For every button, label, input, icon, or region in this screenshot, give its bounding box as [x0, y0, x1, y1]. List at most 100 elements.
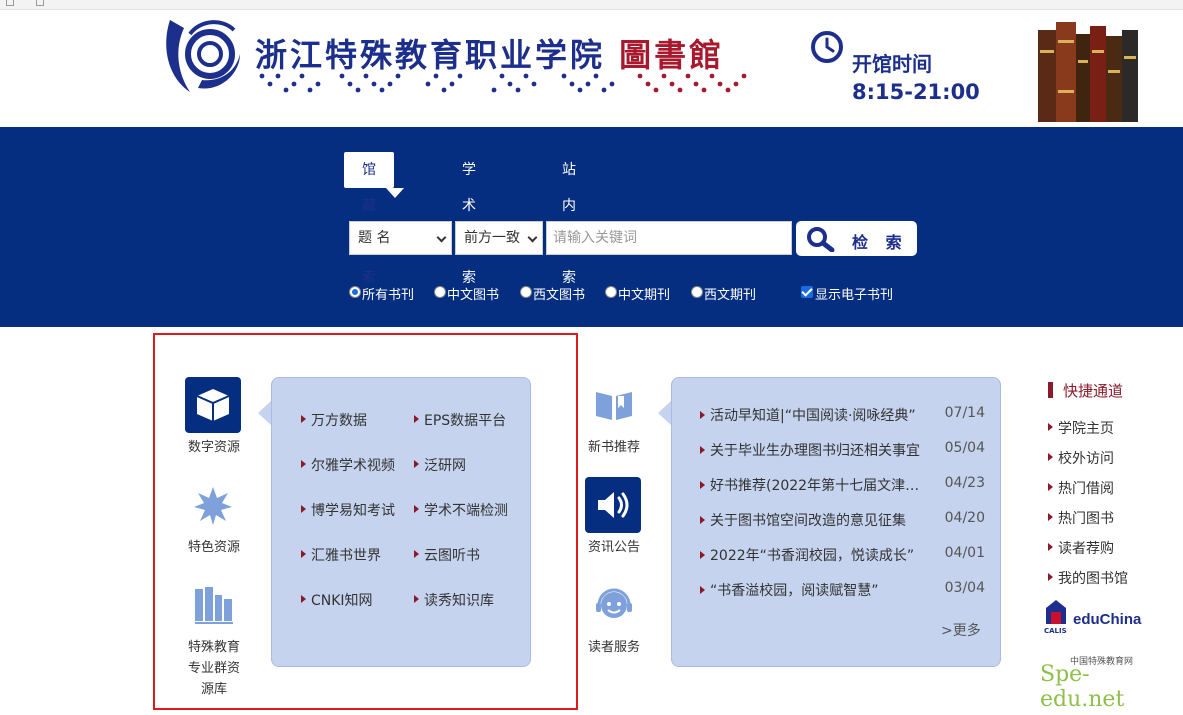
filter-western-books-label: 西文图书	[533, 288, 586, 303]
news-date: 05/04	[944, 440, 985, 456]
quick-link-my-library[interactable]: 我的图书馆	[1048, 568, 1128, 588]
news-title: “书香溢校园，阅读赋智慧”	[710, 583, 879, 599]
resource-boxueyizhi[interactable]: 博学易知考试	[301, 500, 395, 520]
tab-collection-search[interactable]: 馆藏检索	[344, 152, 404, 286]
news-item[interactable]: 2022年“书香润校园，悦读成长” 04/01	[700, 545, 985, 565]
quick-link-label: 热门图书	[1058, 511, 1114, 527]
news-title: 关于毕业生办理图书归还相关事宜	[710, 443, 920, 459]
quick-link-label: 热门借阅	[1058, 481, 1114, 497]
bullet-icon	[414, 595, 419, 603]
show-ebooks-label: 显示电子书刊	[815, 288, 894, 303]
resource-erya[interactable]: 尔雅学术视频	[301, 455, 395, 475]
resource-duxiu[interactable]: 读秀知识库	[414, 590, 494, 610]
news-item[interactable]: 关于毕业生办理图书归还相关事宜 05/04	[700, 440, 985, 460]
bullet-icon	[301, 460, 306, 468]
resource-label: 泛研网	[424, 458, 466, 474]
news-date: 04/23	[944, 475, 985, 491]
news-panel-pointer	[658, 400, 672, 426]
quick-link-label: 学院主页	[1058, 421, 1114, 437]
tab-icon	[6, 0, 14, 6]
calis-educhina-logo[interactable]: CALIS eduChina	[1044, 598, 1148, 638]
bullet-icon	[414, 460, 419, 468]
resource-cnki[interactable]: CNKI知网	[301, 590, 373, 610]
news-announcement-label[interactable]: 资讯公告	[580, 537, 648, 558]
quick-link-college-home[interactable]: 学院主页	[1048, 418, 1114, 438]
news-more-link[interactable]: >更多	[941, 620, 981, 640]
open-book-icon[interactable]	[594, 388, 634, 422]
bullet-icon	[1048, 483, 1053, 491]
filter-western-journals-radio[interactable]	[691, 286, 703, 298]
news-item[interactable]: 活动早知道|“中国阅读·阅咏经典” 07/14	[700, 405, 985, 425]
special-education-library-label[interactable]: 特殊教育 专业群资 源库	[170, 637, 258, 700]
filter-chinese-books-label: 中文图书	[447, 288, 500, 303]
news-item[interactable]: 关于图书馆空间改造的意见征集 04/20	[700, 510, 985, 530]
bookshelf-icon	[1038, 22, 1138, 122]
search-icon	[807, 227, 835, 252]
show-ebooks-checkbox[interactable]	[801, 286, 813, 298]
quick-link-popular-loans[interactable]: 热门借阅	[1048, 478, 1114, 498]
filter-western-journals-label: 西文期刊	[704, 288, 757, 303]
special-resources-label[interactable]: 特色资源	[170, 537, 258, 558]
news-date: 04/01	[944, 545, 985, 561]
resource-label: 汇雅书世界	[311, 548, 381, 564]
speaker-icon	[598, 492, 629, 518]
match-mode-value: 前方一致	[464, 230, 520, 246]
quick-link-recommend-purchase[interactable]: 读者荐购	[1048, 538, 1114, 558]
filter-chinese-books-radio[interactable]	[434, 286, 446, 298]
bullet-icon	[700, 516, 705, 524]
bullet-icon	[700, 411, 705, 419]
site-header: 浙江特殊教育职业学院 圖書館 开馆时间 8:15-21:00	[0, 10, 1183, 127]
library-name: 圖書館	[619, 36, 725, 74]
bullet-icon	[1048, 423, 1053, 431]
browser-tab-strip	[0, 0, 1183, 10]
keyword-input[interactable]: 请输入关键词	[546, 221, 792, 255]
match-mode-select[interactable]: 前方一致	[455, 221, 543, 255]
resource-label: 学术不端检测	[424, 503, 508, 519]
special-education-library-icon[interactable]	[193, 585, 235, 625]
chevron-down-icon	[436, 232, 447, 243]
filter-chinese-journals-radio[interactable]	[605, 286, 617, 298]
bullet-icon	[301, 415, 306, 423]
filter-western-books-radio[interactable]	[520, 286, 532, 298]
quick-link-popular-books[interactable]: 热门图书	[1048, 508, 1114, 528]
school-name: 浙江特殊教育职业学院	[255, 36, 606, 74]
tab-academic-search[interactable]: 学术搜索	[444, 152, 494, 286]
news-item[interactable]: “书香溢校园，阅读赋智慧” 03/04	[700, 580, 985, 600]
resource-label: 尔雅学术视频	[311, 458, 395, 474]
resource-wanfang[interactable]: 万方数据	[301, 410, 367, 430]
bullet-icon	[700, 481, 705, 489]
news-announcement-button[interactable]	[585, 477, 641, 533]
resource-label: 博学易知考试	[311, 503, 395, 519]
search-field-select[interactable]: 题 名	[349, 221, 452, 255]
resource-fanyan[interactable]: 泛研网	[414, 455, 466, 475]
digital-resources-label[interactable]: 数字资源	[170, 437, 258, 458]
search-field-value: 题 名	[358, 230, 391, 246]
resource-yuntu[interactable]: 云图听书	[414, 545, 480, 565]
resource-eps[interactable]: EPS数据平台	[414, 410, 506, 430]
page-icon	[36, 0, 44, 6]
resource-label: 云图听书	[424, 548, 480, 564]
digital-resources-button[interactable]	[185, 377, 241, 433]
search-button[interactable]: 检 索	[796, 221, 917, 256]
quick-links-marker	[1048, 382, 1053, 398]
bullet-icon	[301, 595, 306, 603]
news-title: 2022年“书香润校园，悦读成长”	[710, 548, 915, 564]
search-band: 馆藏检索 学术搜索 站内搜索 题 名 前方一致 请输入关键词 检 索 所有书刊 …	[0, 127, 1183, 327]
calis-emblem-icon	[1046, 600, 1066, 624]
spe-edu-logo[interactable]: 中国特殊教育网 Spe-edu.net	[1040, 652, 1150, 712]
new-books-label[interactable]: 新书推荐	[580, 437, 648, 458]
filter-chinese-journals-label: 中文期刊	[618, 288, 671, 303]
news-item[interactable]: 好书推荐(2022年第十七届文津图书奖) 04/23	[700, 475, 985, 495]
resource-label: EPS数据平台	[424, 413, 507, 429]
news-title: 好书推荐(2022年第十七届文津图书奖)	[710, 478, 928, 494]
special-resources-icon[interactable]	[192, 485, 234, 527]
tab-site-search[interactable]: 站内搜索	[544, 152, 594, 286]
headset-icon[interactable]	[593, 585, 635, 627]
resource-plagiarism-check[interactable]: 学术不端检测	[414, 500, 508, 520]
bullet-icon	[301, 550, 306, 558]
search-button-label: 检 索	[852, 233, 908, 252]
resource-huiya[interactable]: 汇雅书世界	[301, 545, 381, 565]
quick-link-remote-access[interactable]: 校外访问	[1048, 448, 1114, 468]
reader-service-label[interactable]: 读者服务	[580, 637, 648, 658]
filter-all-radio[interactable]	[349, 286, 361, 298]
